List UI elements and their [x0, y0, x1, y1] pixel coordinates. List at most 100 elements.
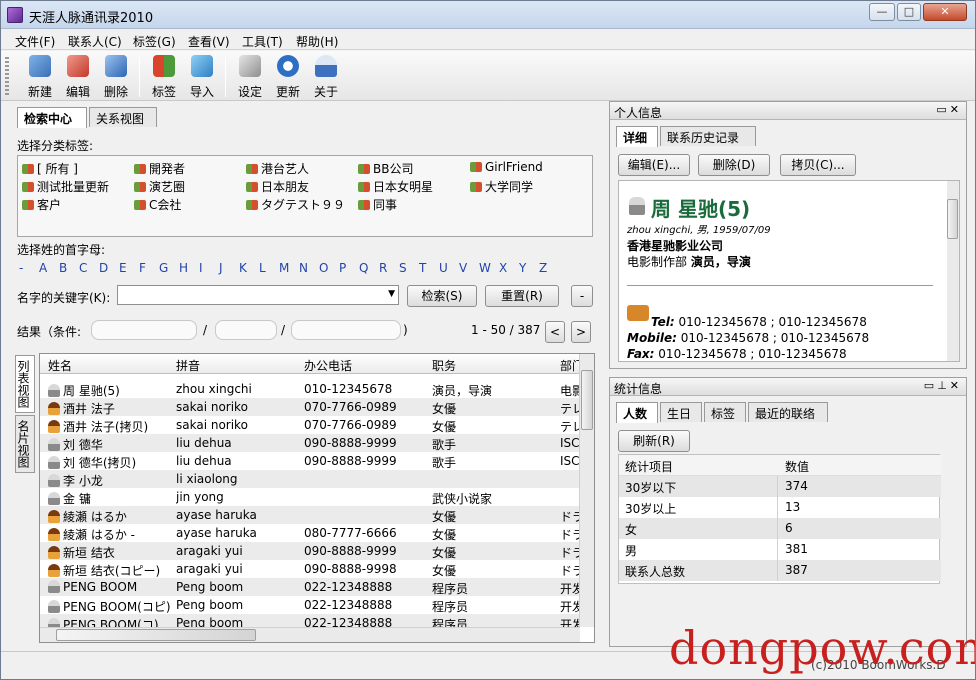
tag-item[interactable]: 港台艺人 [246, 160, 309, 177]
tag-item[interactable]: 客户 [22, 196, 61, 213]
initial-letter[interactable]: U [439, 261, 448, 275]
table-row[interactable]: PENG BOOM(コ)Peng boom022-12348888程序员开发 [40, 614, 580, 628]
tab-recent-contact[interactable]: 最近的联络 [748, 402, 828, 422]
initial-letter[interactable]: L [259, 261, 266, 275]
scroll-thumb[interactable] [56, 629, 256, 641]
table-horizontal-scrollbar[interactable] [40, 627, 580, 642]
maximize-button[interactable]: □ [897, 3, 921, 21]
initial-letter[interactable]: Q [359, 261, 368, 275]
column-header-phone[interactable]: 办公电话 [304, 357, 352, 374]
tab-birthday[interactable]: 生日 [660, 402, 702, 422]
update-button[interactable]: 更新 [271, 53, 305, 99]
scroll-thumb[interactable] [947, 199, 958, 239]
tag-item[interactable]: 测试批量更新 [22, 178, 109, 195]
minimize-button[interactable]: — [869, 3, 895, 21]
table-vertical-scrollbar[interactable] [579, 354, 594, 627]
stats-row[interactable]: 女6 [619, 518, 941, 539]
menu-view[interactable]: 查看(V) [188, 33, 230, 50]
tag-item[interactable]: タグテスト９９ [246, 196, 345, 213]
table-row[interactable]: 刘 德华 liu dehua 090-8888-9999 歌手 ISC [40, 434, 580, 452]
initial-letter[interactable]: W [479, 261, 491, 275]
initial-letter[interactable]: C [79, 261, 87, 275]
collapse-button[interactable]: - [571, 285, 593, 307]
scroll-thumb[interactable] [581, 370, 593, 430]
initial-letter[interactable]: H [179, 261, 188, 275]
stats-row[interactable]: 30岁以下 374 [619, 476, 941, 497]
column-header-title[interactable]: 职务 [432, 357, 456, 374]
chevron-down-icon[interactable]: ▼ [388, 289, 395, 299]
table-row[interactable]: 金 镛 jin yong 武侠小说家 [40, 488, 580, 506]
delete-button[interactable]: 删除 [99, 53, 133, 99]
menu-help[interactable]: 帮助(H) [296, 33, 338, 50]
initial-letter[interactable]: S [399, 261, 407, 275]
initial-letter[interactable]: Z [539, 261, 547, 275]
search-button[interactable]: 检索(S) [407, 285, 477, 307]
initial-letter[interactable]: G [159, 261, 168, 275]
tag-item[interactable]: C会社 [134, 196, 181, 213]
tag-item[interactable]: 開発者 [134, 160, 185, 177]
tag-item[interactable]: 大学同学 [470, 178, 533, 195]
initial-letter[interactable]: Y [519, 261, 526, 275]
settings-button[interactable]: 设定 [233, 53, 267, 99]
table-row[interactable]: 周 星驰(5) zhou xingchi 010-12345678 演员，导演 电影 [40, 380, 580, 398]
column-header-name[interactable]: 姓名 [48, 357, 72, 374]
stats-row[interactable]: 30岁以上 13 [619, 497, 941, 518]
prev-page-button[interactable]: < [545, 321, 565, 343]
tag-button[interactable]: 标签 [147, 53, 181, 99]
table-row[interactable]: PENG BOOM(コピ) Peng boom 022-12348888 程序员 开发 [40, 596, 580, 614]
initial-letter[interactable]: P [339, 261, 346, 275]
initial-letter[interactable]: A [39, 261, 47, 275]
stats-row[interactable]: 联系人总数 387 [619, 560, 941, 581]
tag-item[interactable]: 日本朋友 [246, 178, 309, 195]
menu-tags[interactable]: 标签(G) [133, 33, 176, 50]
initial-letter[interactable]: - [19, 261, 23, 275]
toolbar-grip[interactable] [5, 57, 9, 97]
table-row[interactable]: PENG BOOM Peng boom 022-12348888 程序员 开发 [40, 578, 580, 596]
menu-contacts[interactable]: 联系人(C) [68, 33, 122, 50]
delete-contact-button[interactable]: 删除(D) [698, 154, 770, 176]
tab-relation-view[interactable]: 关系视图 [89, 107, 157, 127]
tag-item[interactable]: 演艺圈 [134, 178, 185, 195]
edit-button[interactable]: 编辑 [61, 53, 95, 99]
table-row[interactable]: 刘 德华(拷贝) liu dehua 090-8888-9999 歌手 ISC [40, 452, 580, 470]
panel-controls[interactable]: ▭✕ [936, 103, 962, 116]
initial-letter[interactable]: B [59, 261, 67, 275]
stats-row[interactable]: 男 381 [619, 539, 941, 560]
tab-search-center[interactable]: 检索中心 [17, 107, 87, 128]
tab-count[interactable]: 人数 [616, 402, 658, 423]
initial-letter[interactable]: X [499, 261, 507, 275]
initial-letter[interactable]: D [99, 261, 108, 275]
tag-item[interactable]: GirlFriend [470, 160, 543, 174]
new-button[interactable]: 新建 [23, 53, 57, 99]
initial-letter[interactable]: N [299, 261, 308, 275]
tag-item[interactable]: BB公司 [358, 160, 413, 177]
detail-scrollbar[interactable] [947, 181, 959, 361]
copy-contact-button[interactable]: 拷贝(C)... [780, 154, 856, 176]
import-button[interactable]: 导入 [185, 53, 219, 99]
refresh-button[interactable]: 刷新(R) [618, 430, 690, 452]
table-row[interactable]: 新垣 结衣 aragaki yui 090-8888-9999 女優 ドラ [40, 542, 580, 560]
next-page-button[interactable]: > [571, 321, 591, 343]
column-header-pinyin[interactable]: 拼音 [176, 357, 200, 374]
tag-item[interactable]: 同事 [358, 196, 397, 213]
initial-letter[interactable]: T [419, 261, 426, 275]
table-row[interactable]: 酒井 法子(拷贝) sakai noriko 070-7766-0989 女優 テレ [40, 416, 580, 434]
table-row[interactable]: 李 小龙 li xiaolong [40, 470, 580, 488]
table-row[interactable]: 新垣 结衣(コピー) aragaki yui 090-8888-9998 女優 ドラ [40, 560, 580, 578]
keyword-combobox[interactable]: ▼ [117, 285, 399, 305]
table-row[interactable]: 酒井 法子 sakai noriko 070-7766-0989 女優 テレ [40, 398, 580, 416]
table-row[interactable]: 綾瀬 はるか ayase haruka 女優 ドラ [40, 506, 580, 524]
initial-letter[interactable]: M [279, 261, 289, 275]
initial-letter[interactable]: K [239, 261, 247, 275]
tag-item[interactable]: [ 所有 ] [22, 160, 78, 177]
initial-letter[interactable]: F [139, 261, 146, 275]
edit-contact-button[interactable]: 编辑(E)... [618, 154, 690, 176]
menu-tools[interactable]: 工具(T) [242, 33, 283, 50]
tab-card-view[interactable]: 名片视图 [15, 415, 35, 473]
close-button[interactable]: ✕ [923, 3, 967, 21]
initial-letter[interactable]: O [319, 261, 328, 275]
tab-contact-history[interactable]: 联系历史记录 [660, 126, 756, 146]
tab-tags[interactable]: 标签 [704, 402, 746, 422]
initial-letter[interactable]: V [459, 261, 467, 275]
initial-letter[interactable]: E [119, 261, 127, 275]
